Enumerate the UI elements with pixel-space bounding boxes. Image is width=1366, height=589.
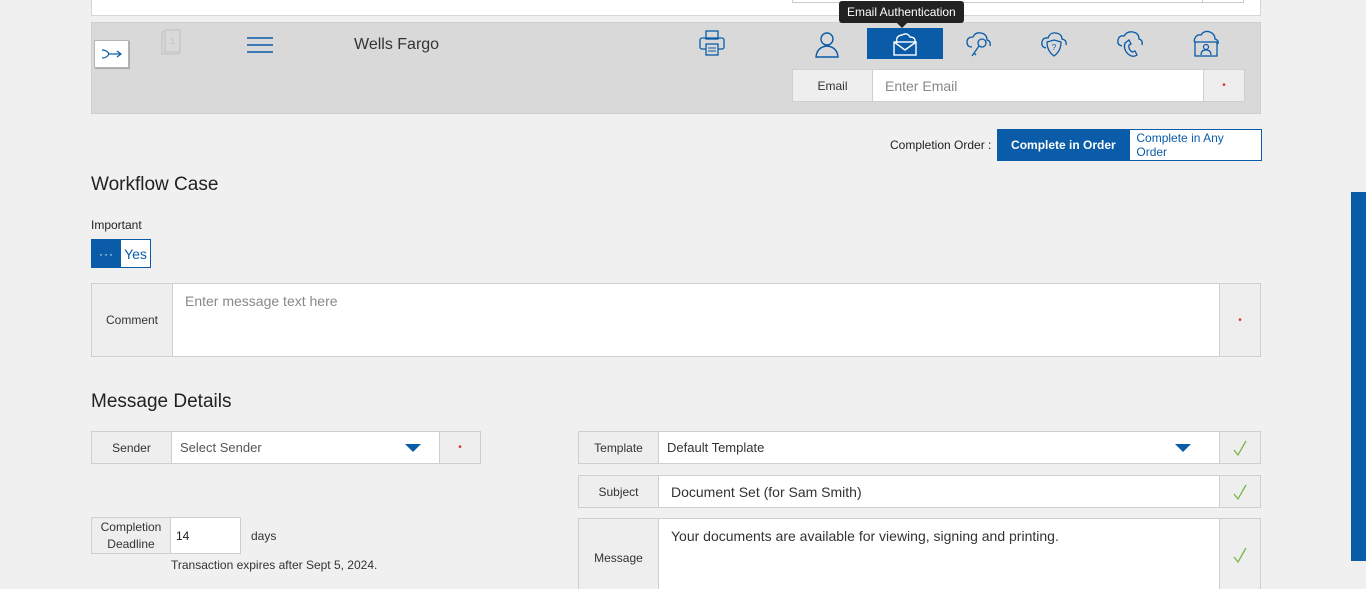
check-icon: [1233, 484, 1247, 500]
complete-in-order-button[interactable]: Complete in Order: [997, 129, 1130, 161]
check-icon: [1233, 547, 1247, 564]
sender-required-indicator: •: [439, 432, 480, 463]
subject-input[interactable]: Document Set (for Sam Smith): [659, 476, 1219, 507]
comment-textarea[interactable]: Enter message text here: [173, 284, 1219, 356]
recipient-bar: 1 Wells Fargo ? Email Enter Email •: [91, 22, 1261, 114]
toggle-value: Yes: [124, 245, 147, 262]
template-select[interactable]: Default Template: [659, 432, 1219, 463]
message-textarea[interactable]: Your documents are available for viewing…: [659, 519, 1219, 589]
chevron-down-icon: [405, 443, 421, 452]
deadline-unit: days: [251, 528, 277, 543]
template-row: Template Default Template: [578, 431, 1261, 464]
completion-deadline-label-line-2: Deadline: [107, 536, 155, 551]
recipient-email-row: Email Enter Email •: [792, 69, 1245, 102]
email-label: Email: [793, 70, 873, 101]
subject-label: Subject: [579, 476, 659, 507]
sender-label: Sender: [92, 432, 172, 463]
route-arrow-icon: [101, 49, 122, 59]
comment-row: Comment Enter message text here •: [91, 283, 1261, 357]
comment-label: Comment: [92, 284, 173, 356]
message-label: Message: [579, 519, 659, 589]
chevron-down-icon: [1175, 443, 1191, 452]
workflow-case-title: Workflow Case: [91, 174, 219, 195]
email-authentication-tooltip: Email Authentication: [839, 1, 964, 28]
routing-button[interactable]: [94, 40, 129, 68]
important-label: Important: [91, 218, 142, 232]
subject-row: Subject Document Set (for Sam Smith): [578, 475, 1261, 508]
completion-deadline: Completion Deadline 14 days: [91, 517, 276, 554]
completion-deadline-input[interactable]: 14: [171, 517, 241, 554]
completion-deadline-label: Completion Deadline: [91, 517, 171, 554]
email-input[interactable]: Enter Email: [873, 70, 1203, 101]
completion-order-selector: Completion Order : Complete in Order Com…: [890, 129, 1263, 161]
recipient-name: Wells Fargo: [354, 36, 440, 53]
message-row: Message Your documents are available for…: [578, 518, 1261, 589]
comment-required-indicator: •: [1219, 284, 1260, 356]
email-auth-icon[interactable]: [867, 28, 943, 59]
person-icon[interactable]: [807, 28, 847, 60]
email-required-indicator: •: [1203, 70, 1244, 101]
previous-recipient-strip: [91, 0, 1261, 16]
completion-order-label: Completion Order :: [890, 138, 992, 152]
template-label: Template: [579, 432, 659, 463]
template-valid-indicator: [1219, 432, 1260, 463]
message-valid-indicator: [1219, 519, 1260, 589]
phone-icon[interactable]: [1110, 28, 1150, 60]
template-select-value: Default Template: [667, 440, 765, 455]
check-icon: [1233, 440, 1247, 456]
signing-order-document-icon[interactable]: 1: [159, 29, 183, 57]
completion-deadline-label-line-1: Completion: [100, 519, 162, 534]
subject-valid-indicator: [1219, 476, 1260, 507]
toggle-knob: ···: [92, 240, 121, 267]
security-question-icon[interactable]: ?: [1034, 28, 1074, 60]
sender-row: Sender Select Sender •: [91, 431, 481, 464]
sender-select-value: Select Sender: [180, 440, 262, 455]
key-icon[interactable]: [959, 28, 999, 60]
cloud-id-icon[interactable]: [1186, 28, 1226, 60]
feedback-side-tab[interactable]: [1351, 192, 1366, 561]
important-toggle[interactable]: ··· Yes: [91, 239, 151, 268]
svg-text:1: 1: [170, 36, 175, 46]
print-icon[interactable]: [697, 28, 727, 58]
transaction-expiry-text: Transaction expires after Sept 5, 2024.: [171, 558, 378, 572]
menu-icon[interactable]: [246, 35, 274, 55]
svg-text:?: ?: [1052, 43, 1057, 52]
message-details-title: Message Details: [91, 391, 232, 412]
sender-select[interactable]: Select Sender: [172, 432, 439, 463]
complete-in-any-order-button[interactable]: Complete in Any Order: [1129, 129, 1263, 161]
